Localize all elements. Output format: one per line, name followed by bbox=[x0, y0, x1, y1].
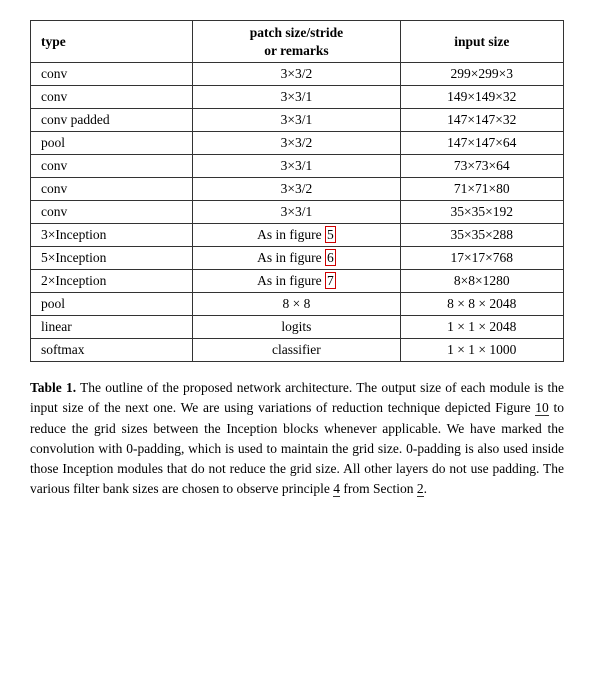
cell-input: 8 × 8 × 2048 bbox=[400, 293, 563, 316]
cell-patch: 3×3/1 bbox=[193, 86, 400, 109]
cell-patch: 3×3/2 bbox=[193, 63, 400, 86]
table-row: conv3×3/135×35×192 bbox=[31, 201, 564, 224]
cell-patch: 3×3/1 bbox=[193, 201, 400, 224]
table-row: 3×InceptionAs in figure 535×35×288 bbox=[31, 224, 564, 247]
caption-link-2[interactable]: 2 bbox=[417, 481, 424, 497]
caption-link-10[interactable]: 10 bbox=[535, 400, 549, 416]
table-row: pool8 × 88 × 8 × 2048 bbox=[31, 293, 564, 316]
cell-type: conv bbox=[31, 86, 193, 109]
cell-type: conv bbox=[31, 155, 193, 178]
figure-link-7[interactable]: 7 bbox=[325, 272, 336, 289]
cell-type: conv padded bbox=[31, 109, 193, 132]
cell-input: 35×35×288 bbox=[400, 224, 563, 247]
cell-input: 8×8×1280 bbox=[400, 270, 563, 293]
cell-patch: 3×3/1 bbox=[193, 109, 400, 132]
cell-type: conv bbox=[31, 63, 193, 86]
cell-patch: As in figure 7 bbox=[193, 270, 400, 293]
cell-type: linear bbox=[31, 316, 193, 339]
cell-type: 2×Inception bbox=[31, 270, 193, 293]
cell-patch: 3×3/2 bbox=[193, 132, 400, 155]
architecture-table-container: type patch size/stride or remarks input … bbox=[30, 20, 564, 362]
caption-text4: . bbox=[424, 481, 427, 496]
architecture-table: type patch size/stride or remarks input … bbox=[30, 20, 564, 362]
table-row: linearlogits1 × 1 × 2048 bbox=[31, 316, 564, 339]
cell-patch: 3×3/1 bbox=[193, 155, 400, 178]
table-row: conv padded3×3/1147×147×32 bbox=[31, 109, 564, 132]
header-input: input size bbox=[400, 21, 563, 63]
caption-label: Table 1. bbox=[30, 380, 76, 395]
table-row: 2×InceptionAs in figure 78×8×1280 bbox=[31, 270, 564, 293]
caption-text3: from Section bbox=[340, 481, 417, 496]
header-patch-line2: or remarks bbox=[264, 43, 328, 58]
cell-type: pool bbox=[31, 132, 193, 155]
table-row: conv3×3/1149×149×32 bbox=[31, 86, 564, 109]
table-row: 5×InceptionAs in figure 617×17×768 bbox=[31, 247, 564, 270]
header-patch: patch size/stride or remarks bbox=[193, 21, 400, 63]
cell-type: softmax bbox=[31, 339, 193, 362]
cell-type: conv bbox=[31, 178, 193, 201]
cell-input: 1 × 1 × 1000 bbox=[400, 339, 563, 362]
figure-link-6[interactable]: 6 bbox=[325, 249, 336, 266]
cell-input: 1 × 1 × 2048 bbox=[400, 316, 563, 339]
cell-patch: logits bbox=[193, 316, 400, 339]
cell-input: 149×149×32 bbox=[400, 86, 563, 109]
cell-input: 299×299×3 bbox=[400, 63, 563, 86]
cell-type: conv bbox=[31, 201, 193, 224]
cell-type: pool bbox=[31, 293, 193, 316]
table-row: conv3×3/2299×299×3 bbox=[31, 63, 564, 86]
cell-input: 73×73×64 bbox=[400, 155, 563, 178]
cell-type: 3×Inception bbox=[31, 224, 193, 247]
cell-input: 147×147×32 bbox=[400, 109, 563, 132]
cell-patch: 3×3/2 bbox=[193, 178, 400, 201]
cell-input: 71×71×80 bbox=[400, 178, 563, 201]
cell-patch: As in figure 6 bbox=[193, 247, 400, 270]
cell-patch: As in figure 5 bbox=[193, 224, 400, 247]
cell-input: 17×17×768 bbox=[400, 247, 563, 270]
cell-type: 5×Inception bbox=[31, 247, 193, 270]
table-row: conv3×3/173×73×64 bbox=[31, 155, 564, 178]
figure-link-5[interactable]: 5 bbox=[325, 226, 336, 243]
caption-text1: The outline of the proposed network arch… bbox=[30, 380, 564, 415]
cell-input: 35×35×192 bbox=[400, 201, 563, 224]
cell-input: 147×147×64 bbox=[400, 132, 563, 155]
cell-patch: classifier bbox=[193, 339, 400, 362]
cell-patch: 8 × 8 bbox=[193, 293, 400, 316]
header-patch-line1: patch size/stride bbox=[250, 25, 343, 40]
table-row: conv3×3/271×71×80 bbox=[31, 178, 564, 201]
table-row: softmaxclassifier1 × 1 × 1000 bbox=[31, 339, 564, 362]
table-caption: Table 1. The outline of the proposed net… bbox=[30, 378, 564, 500]
table-row: pool3×3/2147×147×64 bbox=[31, 132, 564, 155]
header-type: type bbox=[31, 21, 193, 63]
